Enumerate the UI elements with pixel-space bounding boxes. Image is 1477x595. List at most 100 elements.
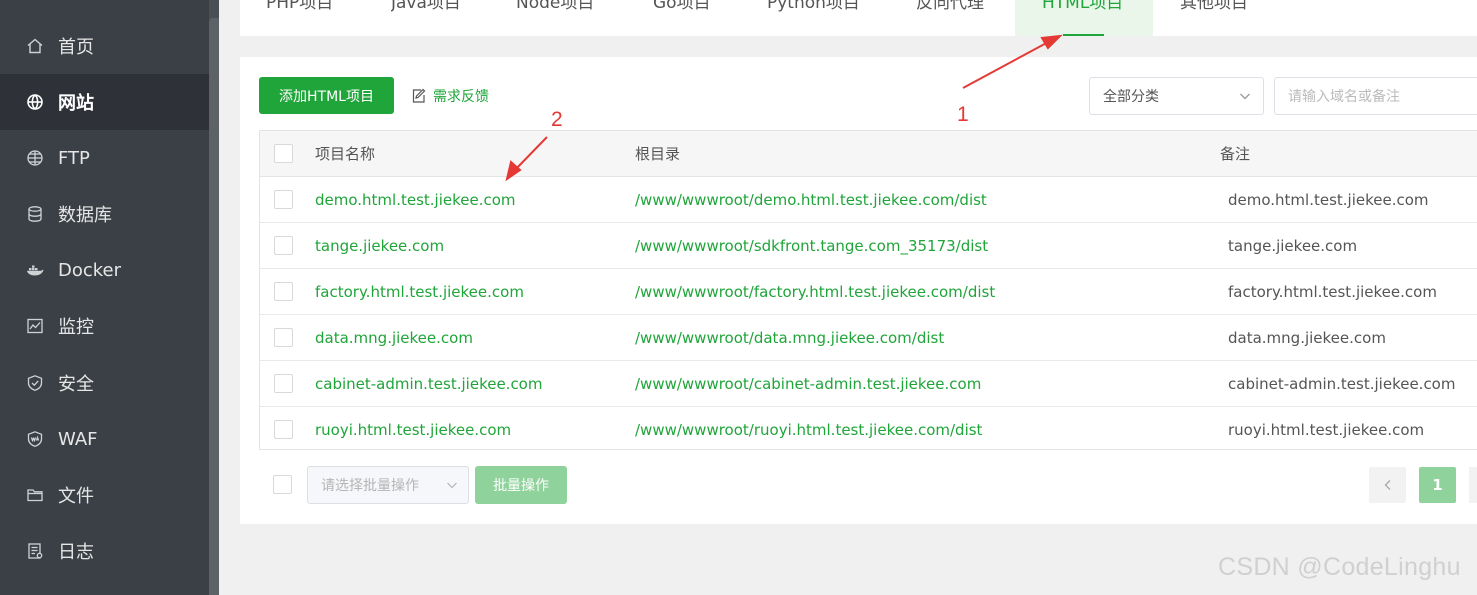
row-checkbox[interactable] [274, 190, 293, 209]
sidebar-item-label: 网站 [58, 93, 94, 114]
sidebar-item-ftp[interactable]: FTP [0, 130, 209, 186]
project-name-link[interactable]: factory.html.test.jiekee.com [315, 269, 524, 314]
monitor-icon [26, 317, 44, 335]
project-name-link[interactable]: demo.html.test.jiekee.com [315, 177, 516, 222]
root-dir-link[interactable]: /www/wwwroot/sdkfront.tange.com_35173/di… [635, 223, 988, 268]
chevron-down-icon [446, 479, 458, 491]
remark-text[interactable]: data.mng.jiekee.com [1228, 315, 1386, 360]
sidebar-item-files[interactable]: 文件 [0, 467, 209, 523]
remark-text[interactable]: demo.html.test.jiekee.com [1228, 177, 1429, 222]
row-checkbox[interactable] [274, 236, 293, 255]
table-row: tange.jiekee.com /www/wwwroot/sdkfront.t… [260, 223, 1477, 269]
sidebar-item-label: WAF [58, 428, 98, 450]
domain-search-input[interactable]: 请输入域名或备注 [1274, 77, 1477, 115]
annotation-label-1: 1 [957, 103, 969, 126]
sidebar-item-monitor[interactable]: 监控 [0, 298, 209, 354]
add-html-project-button[interactable]: 添加HTML项目 [259, 77, 394, 114]
database-icon [26, 205, 44, 223]
batch-select-placeholder: 请选择批量操作 [321, 478, 419, 494]
tab-other[interactable]: 其他项目 [1180, 0, 1280, 36]
remark-text[interactable]: tange.jiekee.com [1228, 223, 1357, 268]
sidebar-item-waf[interactable]: WAF [0, 411, 209, 467]
watermark: CSDN @CodeLinghu [1218, 553, 1461, 581]
project-name-link[interactable]: cabinet-admin.test.jiekee.com [315, 361, 542, 406]
pagination-page-current[interactable]: 1 [1419, 467, 1456, 503]
table-row: factory.html.test.jiekee.com /www/wwwroo… [260, 269, 1477, 315]
annotation-label-2: 2 [551, 108, 563, 131]
project-name-link[interactable]: ruoyi.html.test.jiekee.com [315, 407, 511, 452]
tab-python[interactable]: Python项目 [767, 0, 887, 36]
pagination-prev-button[interactable] [1369, 467, 1406, 503]
sidebar-item-docker[interactable]: Docker [0, 242, 209, 298]
chevron-down-icon [1239, 90, 1251, 102]
column-header-name[interactable]: 项目名称 [315, 131, 375, 176]
sidebar-item-label: 监控 [58, 317, 94, 338]
table-row: ruoyi.html.test.jiekee.com /www/wwwroot/… [260, 407, 1477, 453]
sidebar-scrollbar[interactable] [209, 0, 219, 595]
footer-select-all-checkbox[interactable] [273, 475, 292, 494]
sidebar-item-logs[interactable]: 日志 [0, 523, 209, 579]
column-header-root: 根目录 [635, 145, 681, 163]
batch-operation-button[interactable]: 批量操作 [475, 466, 567, 504]
sidebar-item-label: 日志 [58, 542, 94, 563]
sidebar-scrollbar-thumb[interactable] [209, 18, 219, 595]
active-tab-indicator [1063, 34, 1104, 36]
sidebar-item-label: 首页 [58, 37, 94, 58]
tab-html[interactable]: HTML项目 [1015, 0, 1153, 36]
html-project-panel: 添加HTML项目 需求反馈 全部分类 请输入域名或备注 项目名称 根目录 备注 … [240, 57, 1477, 524]
sidebar-item-database[interactable]: 数据库 [0, 186, 209, 242]
sidebar-item-label: 安全 [58, 374, 94, 395]
log-icon [26, 542, 44, 560]
sidebar-item-label: Docker [58, 259, 122, 281]
table-row: cabinet-admin.test.jiekee.com /www/wwwro… [260, 361, 1477, 407]
table-row: data.mng.jiekee.com /www/wwwroot/data.mn… [260, 315, 1477, 361]
tab-php[interactable]: PHP项目 [266, 0, 366, 36]
root-dir-link[interactable]: /www/wwwroot/ruoyi.html.test.jiekee.com/… [635, 407, 982, 452]
sidebar: 首页 网站 FTP 数据库 Docker 监控 安全 WAF 文件 日志 [0, 0, 219, 595]
tab-reverse-proxy[interactable]: 反向代理 [916, 0, 1016, 36]
home-icon [26, 37, 44, 55]
category-select[interactable]: 全部分类 [1089, 77, 1264, 115]
column-header-remark: 备注 [1220, 145, 1251, 163]
root-dir-link[interactable]: /www/wwwroot/factory.html.test.jiekee.co… [635, 269, 995, 314]
sidebar-item-label: 文件 [58, 486, 94, 507]
sidebar-item-label: FTP [58, 147, 90, 169]
pagination-next-button[interactable] [1469, 467, 1477, 503]
tab-java[interactable]: Java项目 [391, 0, 491, 36]
sidebar-item-home[interactable]: 首页 [0, 18, 209, 74]
row-checkbox[interactable] [274, 374, 293, 393]
project-type-tabs: PHP项目 Java项目 Node项目 Go项目 Python项目 反向代理 H… [240, 0, 1477, 36]
sidebar-item-website[interactable]: 网站 [0, 74, 209, 130]
root-dir-link[interactable]: /www/wwwroot/data.mng.jiekee.com/dist [635, 315, 944, 360]
waf-shield-icon [26, 430, 44, 448]
edit-note-icon [411, 88, 427, 104]
remark-text[interactable]: ruoyi.html.test.jiekee.com [1228, 407, 1424, 452]
row-checkbox[interactable] [274, 328, 293, 347]
shield-icon [26, 374, 44, 392]
ftp-globe-icon [26, 149, 44, 167]
project-name-link[interactable]: tange.jiekee.com [315, 223, 444, 268]
project-name-link[interactable]: data.mng.jiekee.com [315, 315, 473, 360]
chevron-left-icon [1383, 476, 1393, 495]
root-dir-link[interactable]: /www/wwwroot/demo.html.test.jiekee.com/d… [635, 177, 987, 222]
remark-text[interactable]: factory.html.test.jiekee.com [1228, 269, 1437, 314]
docker-icon [26, 261, 44, 279]
root-dir-link[interactable]: /www/wwwroot/cabinet-admin.test.jiekee.c… [635, 361, 981, 406]
globe-icon [26, 93, 44, 111]
html-project-table: 项目名称 根目录 备注 demo.html.test.jiekee.com /w… [259, 130, 1477, 450]
sidebar-item-security[interactable]: 安全 [0, 355, 209, 411]
tab-go[interactable]: Go项目 [653, 0, 743, 36]
row-checkbox[interactable] [274, 282, 293, 301]
annotation-arrowhead-1 [1040, 34, 1063, 50]
table-row: demo.html.test.jiekee.com /www/wwwroot/d… [260, 177, 1477, 223]
search-placeholder: 请输入域名或备注 [1288, 89, 1400, 105]
feedback-link[interactable]: 需求反馈 [411, 85, 489, 107]
remark-text[interactable]: cabinet-admin.test.jiekee.com [1228, 361, 1455, 406]
feedback-label: 需求反馈 [433, 89, 489, 105]
category-select-value: 全部分类 [1103, 89, 1159, 105]
tab-node[interactable]: Node项目 [516, 0, 626, 36]
row-checkbox[interactable] [274, 420, 293, 439]
batch-operation-select[interactable]: 请选择批量操作 [307, 466, 469, 504]
select-all-checkbox[interactable] [274, 144, 293, 163]
folder-icon [26, 486, 44, 504]
